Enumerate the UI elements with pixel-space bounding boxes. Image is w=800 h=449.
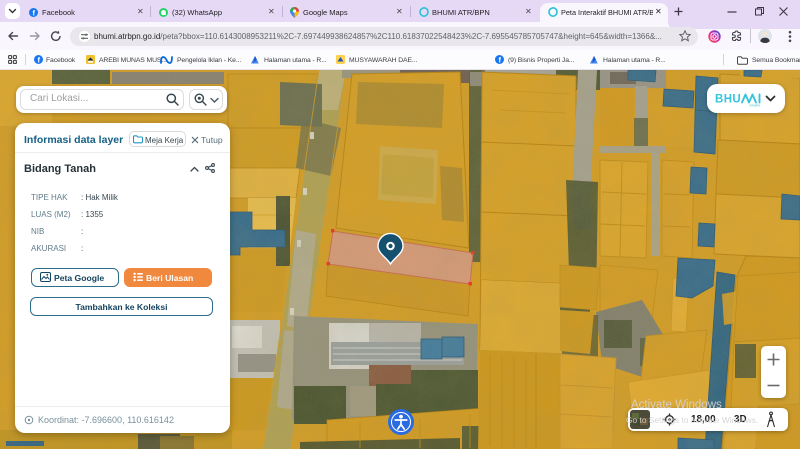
svg-text:ATR/BPN: ATR/BPN [749,104,760,108]
svg-text:BHU: BHU [715,94,741,106]
